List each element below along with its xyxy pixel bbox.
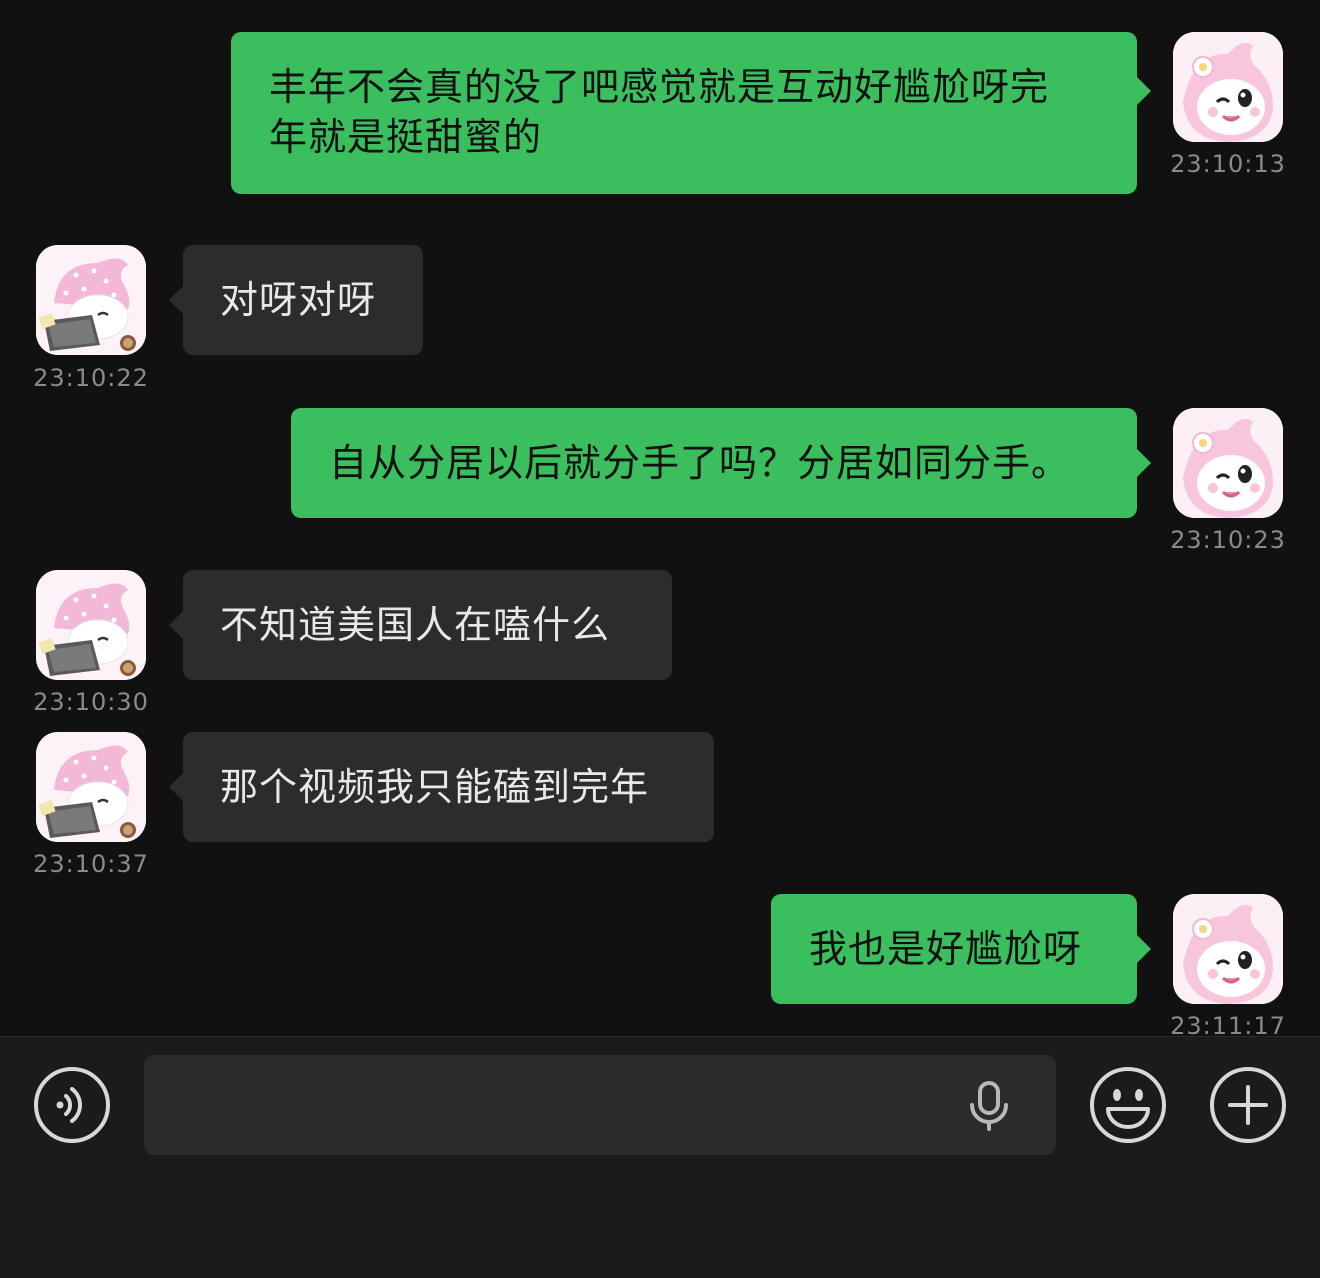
emoji-button[interactable] bbox=[1088, 1065, 1168, 1145]
my-avatar[interactable] bbox=[1173, 32, 1283, 142]
message-text: 自从分居以后就分手了吗？分居如同分手。 bbox=[329, 441, 1071, 485]
message-timestamp: 23:10:37 bbox=[33, 850, 149, 878]
my-avatar[interactable] bbox=[1173, 408, 1283, 518]
message-text: 年就是挺甜蜜的 bbox=[269, 115, 543, 159]
voice-toggle-icon bbox=[34, 1067, 110, 1143]
message-timestamp: 23:10:22 bbox=[33, 364, 149, 392]
bubble-tail bbox=[169, 773, 183, 801]
message-text: 我也是好尴尬呀 bbox=[809, 927, 1083, 971]
bubble-tail bbox=[1137, 935, 1151, 963]
message-bubble-received[interactable]: 那个视频我只能磕到完年 bbox=[169, 732, 714, 842]
message-timestamp: 23:10:13 bbox=[1170, 150, 1286, 178]
message-text: 那个视频我只能磕到完年 bbox=[220, 765, 650, 809]
message-input[interactable] bbox=[144, 1055, 1056, 1155]
bubble-tail bbox=[169, 286, 183, 314]
message-bubble-sent[interactable]: 自从分居以后就分手了吗？分居如同分手。 bbox=[291, 408, 1151, 518]
contact-avatar[interactable] bbox=[36, 732, 146, 842]
message-bubble-received[interactable]: 对呀对呀 bbox=[169, 245, 423, 355]
message-bubble-received[interactable]: 不知道美国人在嗑什么 bbox=[169, 570, 672, 680]
plus-icon bbox=[1210, 1067, 1286, 1143]
chat-area[interactable]: 丰年不会真的没了吧感觉就是互动好尴尬呀完 年就是挺甜蜜的 23:10:13 23… bbox=[0, 0, 1320, 1040]
emoji-icon bbox=[1090, 1067, 1166, 1143]
contact-avatar[interactable] bbox=[36, 570, 146, 680]
contact-avatar[interactable] bbox=[36, 245, 146, 355]
message-timestamp: 23:10:30 bbox=[33, 688, 149, 716]
microphone-button[interactable] bbox=[964, 1079, 1014, 1133]
message-bubble-sent[interactable]: 我也是好尴尬呀 bbox=[771, 894, 1151, 1004]
message-timestamp: 23:10:23 bbox=[1170, 526, 1286, 554]
bubble-tail bbox=[1137, 77, 1151, 105]
voice-toggle-button[interactable] bbox=[32, 1065, 112, 1145]
input-bar bbox=[0, 1036, 1320, 1278]
message-text: 不知道美国人在嗑什么 bbox=[220, 603, 611, 647]
my-avatar[interactable] bbox=[1173, 894, 1283, 1004]
bubble-tail bbox=[1137, 449, 1151, 477]
microphone-icon bbox=[970, 1081, 1008, 1131]
more-actions-button[interactable] bbox=[1208, 1065, 1288, 1145]
message-text: 对呀对呀 bbox=[220, 278, 377, 322]
message-text: 丰年不会真的没了吧感觉就是互动好尴尬呀完 bbox=[269, 65, 1050, 109]
bubble-tail bbox=[169, 611, 183, 639]
message-bubble-sent[interactable]: 丰年不会真的没了吧感觉就是互动好尴尬呀完 年就是挺甜蜜的 bbox=[231, 32, 1151, 194]
